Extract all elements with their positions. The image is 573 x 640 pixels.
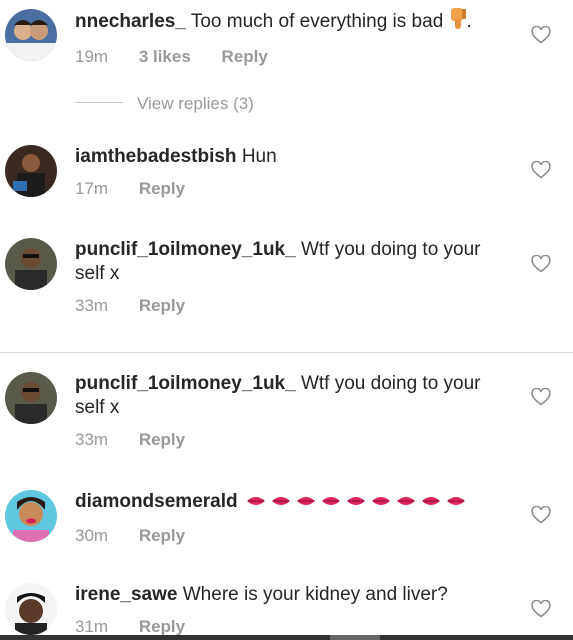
username[interactable]: irene_sawe	[75, 584, 177, 605]
reply-button[interactable]: Reply	[139, 430, 185, 449]
heart-icon[interactable]	[531, 160, 551, 179]
avatar[interactable]	[5, 9, 57, 61]
navigation-bar	[0, 635, 573, 640]
heart-icon[interactable]	[531, 505, 551, 524]
comment-text: iamthebadestbish Hun	[75, 145, 515, 169]
timestamp: 17m	[75, 179, 109, 198]
heart-icon[interactable]	[531, 254, 551, 273]
username[interactable]: nnecharles_	[75, 11, 186, 32]
comment-meta: 33m Reply	[75, 430, 515, 450]
avatar[interactable]	[5, 583, 57, 635]
comment-body: Where is your kidney and liver?	[182, 584, 448, 605]
timestamp: 31m	[75, 617, 109, 636]
username[interactable]: diamondsemerald	[75, 491, 238, 512]
reply-button[interactable]: Reply	[139, 179, 185, 198]
section-divider	[0, 352, 573, 353]
avatar[interactable]	[5, 372, 57, 424]
username[interactable]: iamthebadestbish	[75, 146, 237, 167]
likes-count[interactable]: 3 likes	[139, 47, 191, 66]
avatar[interactable]	[5, 490, 57, 542]
comment-meta: 17m Reply	[75, 179, 515, 199]
comment-body: Too much of everything is bad	[190, 11, 444, 32]
replies-divider	[75, 102, 123, 103]
comment-meta: 19m 3 likes Reply	[75, 47, 515, 67]
timestamp: 33m	[75, 430, 109, 449]
reply-button[interactable]: Reply	[139, 617, 185, 636]
heart-icon[interactable]	[531, 25, 551, 44]
navigation-indicator	[330, 635, 380, 640]
comment-text: irene_sawe Where is your kidney and live…	[75, 583, 515, 607]
comment-meta: 31m Reply	[75, 617, 515, 637]
comment-trail: .	[466, 11, 472, 32]
username[interactable]: punclif_1oilmoney_1uk_	[75, 373, 296, 394]
avatar[interactable]	[5, 238, 57, 290]
timestamp: 33m	[75, 296, 109, 315]
comment-text: punclif_1oilmoney_1uk_ Wtf you doing to …	[75, 372, 515, 420]
timestamp: 19m	[75, 47, 109, 66]
lips-icon	[245, 492, 485, 516]
view-replies-link[interactable]: View replies (3)	[137, 94, 254, 114]
comment-meta: 30m Reply	[75, 526, 515, 546]
heart-icon[interactable]	[531, 387, 551, 406]
comment-meta: 33m Reply	[75, 296, 515, 316]
comment-text: punclif_1oilmoney_1uk_ Wtf you doing to …	[75, 238, 515, 286]
thumbs-down-icon	[449, 8, 467, 37]
reply-button[interactable]: Reply	[139, 526, 185, 545]
comment-text: diamondsemerald	[75, 490, 515, 516]
comment-text: nnecharles_ Too much of everything is ba…	[75, 8, 515, 37]
comment-body: Hun	[241, 146, 277, 167]
username[interactable]: punclif_1oilmoney_1uk_	[75, 239, 296, 260]
avatar[interactable]	[5, 145, 57, 197]
timestamp: 30m	[75, 526, 109, 545]
heart-icon[interactable]	[531, 599, 551, 618]
reply-button[interactable]: Reply	[222, 47, 268, 66]
reply-button[interactable]: Reply	[139, 296, 185, 315]
